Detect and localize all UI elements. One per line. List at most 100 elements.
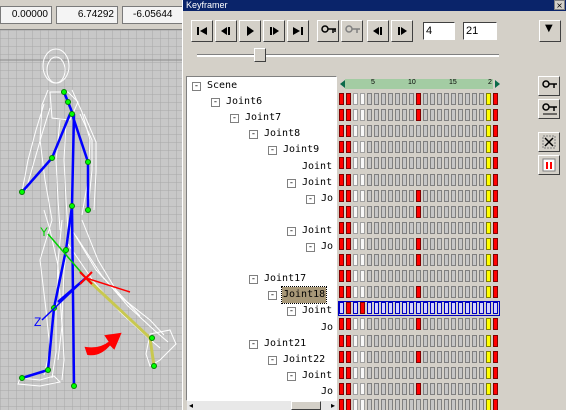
tree-label[interactable]: Jo — [320, 191, 334, 207]
keyframe-cell[interactable] — [374, 334, 379, 347]
keyframe-cell[interactable] — [451, 221, 456, 234]
keyframe-cell[interactable] — [409, 173, 414, 186]
keyframe-cell[interactable] — [437, 93, 442, 105]
keyframe-cell[interactable] — [346, 237, 351, 250]
tree-expander[interactable]: - — [249, 339, 258, 349]
keyframe-cell[interactable] — [458, 318, 463, 331]
keyframe-cell[interactable] — [409, 334, 414, 347]
keyframe-cell[interactable] — [416, 237, 421, 250]
keyframe-cell[interactable] — [493, 93, 498, 105]
keyframe-cell[interactable] — [472, 382, 477, 395]
keyframe-cell[interactable] — [381, 334, 386, 347]
tree-expander[interactable]: - — [287, 371, 296, 381]
keyframe-cell[interactable] — [381, 286, 386, 299]
keyframe-cell[interactable] — [423, 398, 428, 410]
keyframe-cell[interactable] — [339, 286, 344, 299]
keyframe-cell[interactable] — [479, 398, 484, 410]
keyframe-cell[interactable] — [374, 286, 379, 299]
keyframe-cell[interactable] — [444, 189, 449, 202]
keyframe-cell[interactable] — [479, 334, 484, 347]
keyframe-cell[interactable] — [346, 318, 351, 331]
keyframe-cell[interactable] — [367, 334, 372, 347]
keyframe-cell[interactable] — [479, 254, 484, 266]
keyframe-cell[interactable] — [353, 125, 358, 138]
keyframe-cell[interactable] — [388, 350, 393, 363]
tree-row[interactable]: - Joint17 — [187, 271, 336, 287]
go-end-button[interactable] — [287, 20, 309, 42]
keyframe-cell[interactable] — [346, 382, 351, 395]
keyframe-cell[interactable] — [451, 382, 456, 395]
keyframe-cell[interactable] — [458, 254, 463, 266]
keyframe-cell[interactable] — [353, 221, 358, 234]
keyframe-cell[interactable] — [451, 141, 456, 154]
tree-expander[interactable]: - — [192, 82, 201, 91]
keyframe-cell[interactable] — [493, 141, 498, 154]
keyframe-cell[interactable] — [346, 93, 351, 105]
keyframe-cell[interactable] — [395, 93, 400, 105]
keyframe-cell[interactable] — [465, 221, 470, 234]
keyframe-cell[interactable] — [479, 157, 484, 170]
keyframe-cell[interactable] — [451, 350, 456, 363]
tree-label-selected[interactable]: Joint18 — [280, 286, 328, 305]
keyframe-cell[interactable] — [339, 109, 344, 122]
tree-label[interactable]: Joint6 — [225, 94, 263, 110]
keyframe-cell[interactable] — [346, 157, 351, 170]
tree-expander[interactable]: - — [287, 307, 296, 317]
keyframe-cell[interactable] — [430, 109, 435, 122]
keyframe-cell[interactable] — [339, 221, 344, 234]
keyframe-cell[interactable] — [360, 382, 365, 395]
keyframe-cell[interactable] — [486, 350, 491, 363]
keyframe-cell[interactable] — [395, 205, 400, 218]
keyframe-cell[interactable] — [409, 254, 414, 266]
keyframe-cell[interactable] — [430, 270, 435, 283]
keyframe-cell[interactable] — [374, 254, 379, 266]
keyframe-cell[interactable] — [395, 286, 400, 299]
keyframe-cell[interactable] — [458, 93, 463, 105]
keyframe-cell[interactable] — [402, 350, 407, 363]
keyframe-cell[interactable] — [346, 205, 351, 218]
keyframe-cell[interactable] — [451, 254, 456, 266]
keyframe-cell[interactable] — [423, 109, 428, 122]
keyframe-cell[interactable] — [416, 318, 421, 331]
keyframe-cell[interactable] — [465, 366, 470, 379]
keyframe-cell[interactable] — [409, 286, 414, 299]
keyframe-cell[interactable] — [367, 366, 372, 379]
keyframe-cell[interactable] — [472, 318, 477, 331]
keyframe-cell[interactable] — [409, 366, 414, 379]
keyframe-cell[interactable] — [346, 125, 351, 138]
tree-row[interactable]: - Joint — [187, 175, 336, 191]
keyframe-cell[interactable] — [395, 173, 400, 186]
keyframe-cell[interactable] — [388, 125, 393, 138]
tree-row[interactable]: - Joint7 — [187, 110, 336, 126]
keyframe-cell[interactable] — [346, 334, 351, 347]
keyframe-cell[interactable] — [444, 157, 449, 170]
keyframe-cell[interactable] — [465, 334, 470, 347]
tree-label[interactable]: Scene — [206, 78, 238, 94]
keyframe-cell[interactable] — [416, 254, 421, 266]
keyframe-cell[interactable] — [465, 350, 470, 363]
tree-expander[interactable]: - — [268, 355, 277, 365]
keyframe-cell[interactable] — [346, 173, 351, 186]
keyframe-cell[interactable] — [395, 109, 400, 122]
frame-ruler[interactable]: 5 10 15 2 — [345, 79, 493, 89]
delete-key-button[interactable] — [538, 132, 560, 152]
keyframe-cell[interactable] — [437, 398, 442, 410]
keyframe-cell[interactable] — [451, 286, 456, 299]
keyframe-cell[interactable] — [360, 398, 365, 410]
keyframe-cell[interactable] — [479, 270, 484, 283]
keyframe-cell[interactable] — [353, 254, 358, 266]
keyframe-cell[interactable] — [465, 270, 470, 283]
keyframe-cell[interactable] — [367, 93, 372, 105]
keyframe-cell[interactable] — [346, 350, 351, 363]
tree-label[interactable]: Joint — [301, 368, 333, 384]
keyframe-cell[interactable] — [374, 221, 379, 234]
keyframe-cell[interactable] — [423, 125, 428, 138]
keyframe-cell[interactable] — [451, 398, 456, 410]
keyframe-cell[interactable] — [465, 125, 470, 138]
keyframe-cell[interactable] — [472, 109, 477, 122]
scroll-right-icon[interactable]: ▸ — [331, 401, 335, 410]
keyframe-cell[interactable] — [430, 286, 435, 299]
tree-row[interactable]: - Jo — [187, 239, 336, 255]
keyframe-cell[interactable] — [423, 205, 428, 218]
keyframe-cell[interactable] — [444, 237, 449, 250]
